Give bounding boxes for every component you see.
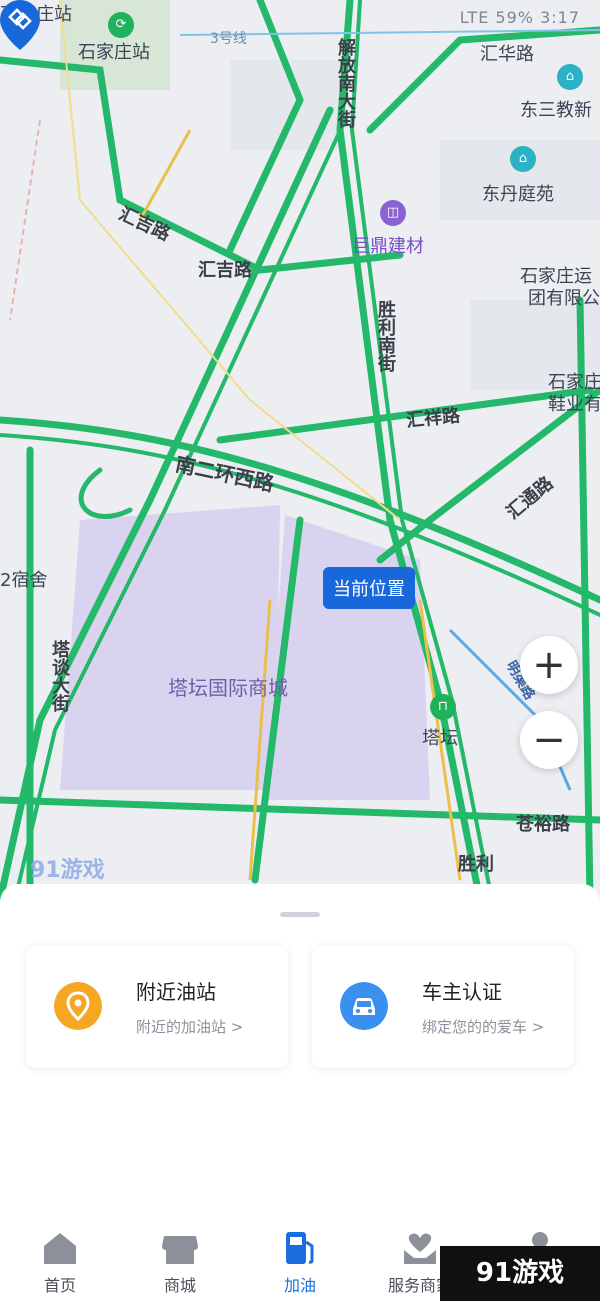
residence-icon: ⌂ [557, 64, 583, 90]
zoom-out-button[interactable]: − [520, 711, 578, 769]
map-view[interactable]: LTE 59% 3:17 石家庄站 ⟳ 石家庄站 3号线 汇华路 ⌂ 东三教新 … [0, 0, 600, 900]
nearby-station-card[interactable]: 附近油站 附近的加油站 > [26, 946, 288, 1068]
zoom-in-button[interactable]: + [520, 636, 578, 694]
network-label: LTE [459, 8, 490, 27]
label-tatan-st: 塔谈大街 [49, 640, 70, 712]
label-huihua: 汇华路 [480, 44, 534, 65]
nearby-station-title: 附近油站 [136, 980, 216, 1004]
label-juding: 巨鼎建材 [352, 236, 424, 257]
home-icon [44, 1233, 76, 1264]
owner-verify-card[interactable]: 车主认证 绑定您的的爱车 > [312, 946, 574, 1068]
watermark-bottom: 91游戏 [440, 1246, 600, 1301]
fuel-icon [286, 1232, 314, 1264]
current-location-pin-icon[interactable] [0, 0, 40, 50]
location-pin-icon [54, 982, 102, 1030]
tab-fuel-label: 加油 [283, 1276, 316, 1295]
store-icon: ◫ [380, 200, 406, 226]
tab-shop-label: 商城 [163, 1276, 196, 1295]
shop-icon [162, 1236, 198, 1264]
tab-fuel[interactable]: 加油 [240, 1220, 360, 1301]
battery-label: 59% [495, 8, 534, 27]
label-metro: 3号线 [210, 31, 247, 47]
status-bar: LTE 59% 3:17 [460, 8, 580, 27]
residence-icon-2: ⌂ [510, 146, 536, 172]
label-tatan: 塔坛 [422, 728, 458, 749]
train-station-icon: ⟳ [108, 12, 134, 38]
label-yunshu-2: 团有限公 [528, 288, 600, 309]
service-icon [404, 1233, 436, 1264]
owner-verify-title: 车主认证 [422, 980, 502, 1004]
time-label: 3:17 [540, 8, 580, 27]
watermark-top: 91游戏 [30, 858, 105, 883]
sheet-handle[interactable] [280, 912, 320, 917]
tab-home[interactable]: 首页 [0, 1220, 120, 1301]
car-icon [340, 982, 388, 1030]
label-jiefang: 解放南大街 [335, 38, 356, 128]
current-location-label[interactable]: 当前位置 [323, 567, 415, 609]
tab-shop[interactable]: 商城 [120, 1220, 240, 1301]
owner-verify-subtitle: 绑定您的的爱车 > [422, 1018, 545, 1036]
metro-icon: ⊓ [430, 694, 456, 720]
label-dongsan: 东三教新 [520, 100, 592, 121]
label-shengli: 胜利南街 [375, 300, 396, 372]
label-tatan-mall: 塔坛国际商城 [168, 676, 288, 700]
label-dongdan: 东丹庭苑 [482, 184, 554, 205]
label-station: 石家庄站 [78, 42, 150, 63]
label-cangyu: 苍裕路 [516, 814, 570, 835]
nearby-station-subtitle: 附近的加油站 > [136, 1018, 244, 1036]
label-huiji-2: 汇吉路 [198, 260, 252, 281]
label-xieye-2: 鞋业有 [548, 394, 600, 415]
label-shengli-2: 胜利 [458, 854, 494, 875]
tab-home-label: 首页 [43, 1276, 76, 1295]
label-sushe: 2宿舍 [0, 570, 48, 591]
map-canvas [0, 0, 600, 900]
